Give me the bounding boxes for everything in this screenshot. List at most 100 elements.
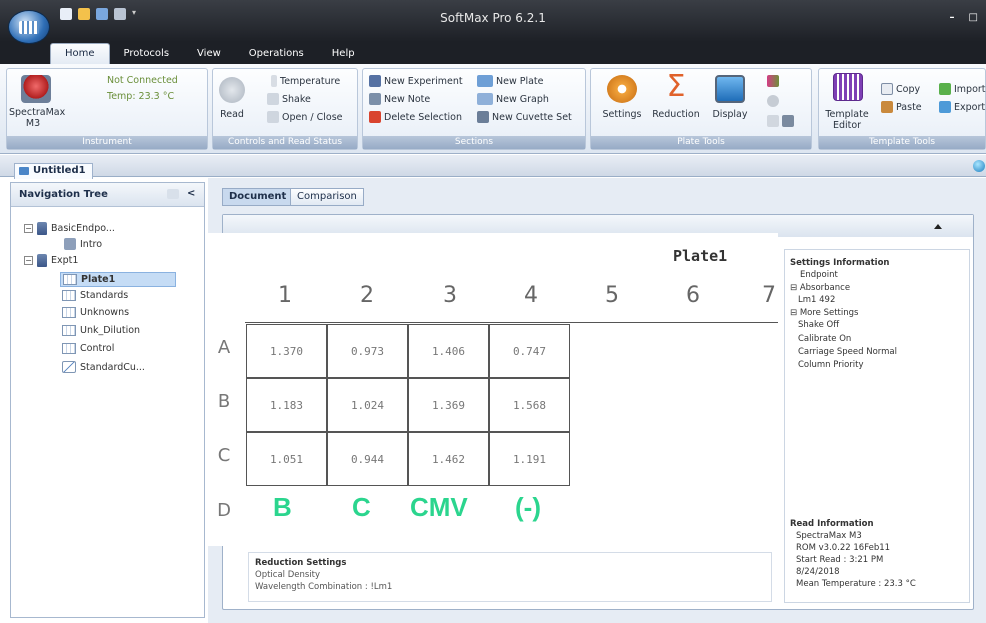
drawer-icon [267,111,279,123]
reduction-button[interactable]: Reduction [647,109,705,120]
group-icon [62,307,76,318]
instrument-icon[interactable] [21,75,51,103]
tree-item-unk-dilution[interactable]: Unk_Dilution [62,325,140,336]
import-button[interactable]: Import [939,83,986,95]
well-a1[interactable]: 1.370 [246,324,327,378]
import-icon [939,83,951,95]
well-b4[interactable]: 1.568 [489,378,570,432]
document-tab[interactable]: Untitled1 [14,163,93,179]
settings-line[interactable]: ⊟ Absorbance [790,283,850,293]
tree-item-standardcurve[interactable]: StandardCu... [62,361,145,373]
new-plate-button[interactable]: New Plate [477,75,544,87]
new-experiment-button[interactable]: New Experiment [369,75,463,87]
column-header: 6 [686,283,700,308]
template-tools-group: Template Editor Copy Import Paste Export… [818,68,986,150]
shake-button[interactable]: Shake [267,93,311,105]
delete-selection-button[interactable]: Delete Selection [369,111,462,123]
well-a4[interactable]: 0.747 [489,324,570,378]
display-icon[interactable] [715,75,745,103]
color-icon [767,75,779,87]
thermometer-icon [271,75,277,87]
settings-line: Endpoint [800,270,838,280]
search-icon[interactable] [167,189,179,199]
shake-icon [267,93,279,105]
new-note-button[interactable]: New Note [369,93,430,105]
tab-comparison[interactable]: Comparison [290,188,364,206]
template-tools-group-label: Template Tools [819,136,985,149]
display-button[interactable]: Display [707,109,753,120]
well-b2[interactable]: 1.024 [327,378,408,432]
ribbon-tabs: Home Protocols View Operations Help [50,42,369,64]
plate-color-icon[interactable] [767,75,779,87]
collapse-toggle[interactable]: − [24,256,33,265]
note-icon [64,238,76,250]
controls-group-label: Controls and Read Status [213,136,357,149]
graph-icon [477,93,493,105]
tree-item-intro[interactable]: Intro [64,238,102,250]
instrument-name[interactable]: SpectraMax M3 [9,107,65,129]
tab-operations[interactable]: Operations [235,44,318,64]
export-button[interactable]: Export [939,101,985,113]
help-icon[interactable] [973,160,985,172]
sigma-icon[interactable]: Σ [661,72,691,102]
tab-document[interactable]: Document [222,188,294,206]
tab-help[interactable]: Help [318,44,369,64]
window-controls: – □ [950,12,978,23]
zoom-icon[interactable] [767,95,779,107]
tree-item-expt1[interactable]: − Expt1 [24,254,78,267]
copy-button[interactable]: Copy [881,83,920,95]
row-header: B [217,391,231,412]
minimize-button[interactable]: – [950,12,955,23]
tab-home[interactable]: Home [50,43,110,64]
template-editor-icon[interactable] [833,73,863,101]
collapse-section-icon[interactable] [934,224,942,229]
well-a2[interactable]: 0.973 [327,324,408,378]
template-editor-button[interactable]: Template Editor [823,109,871,131]
maximize-button[interactable]: □ [969,12,978,23]
read-icon[interactable] [219,77,245,103]
window-title: SoftMax Pro 6.2.1 [440,11,546,25]
graph-icon [62,361,76,373]
collapse-toggle[interactable]: − [24,224,33,233]
instrument-group-label: Instrument [7,136,207,149]
settings-line[interactable]: ⊟ More Settings [790,308,858,318]
paste-button[interactable]: Paste [881,101,922,113]
tab-view[interactable]: View [183,44,235,64]
new-cuvette-set-button[interactable]: New Cuvette Set [477,111,572,123]
delete-icon [369,111,381,123]
copy-icon [881,83,893,95]
well-c4[interactable]: 1.191 [489,432,570,486]
tree-item-standards[interactable]: Standards [62,290,128,301]
settings-line: Column Priority [798,360,864,370]
sections-group-label: Sections [363,136,585,149]
tree-item-control[interactable]: Control [62,343,114,354]
collapse-panel-button[interactable]: < [187,188,195,199]
tab-protocols[interactable]: Protocols [110,44,184,64]
navigation-title: Navigation Tree [19,189,108,200]
well-b1[interactable]: 1.183 [246,378,327,432]
open-close-button[interactable]: Open / Close [267,111,343,123]
tree-item-plate1[interactable]: Plate1 [60,272,177,287]
application-menu-button[interactable] [8,10,50,44]
temperature-readout: Temp: 23.3 °C [107,91,175,102]
sample-label: B [273,492,292,522]
sample-label: C [352,492,371,522]
well-b3[interactable]: 1.369 [408,378,489,432]
settings-icon[interactable] [607,75,637,103]
temperature-button[interactable]: Temperature [271,75,340,87]
export-icon [939,101,951,113]
read-button[interactable]: Read [217,109,247,120]
settings-button[interactable]: Settings [597,109,647,120]
sample-label: CMV [410,492,468,522]
well-a3[interactable]: 1.406 [408,324,489,378]
well-c2[interactable]: 0.944 [327,432,408,486]
tree-item-basicendpoint[interactable]: − BasicEndpo... [24,222,115,235]
well-c3[interactable]: 1.462 [408,432,489,486]
well-c1[interactable]: 1.051 [246,432,327,486]
experiment-icon [37,222,47,235]
column-header: 3 [443,283,457,308]
tree-item-unknowns[interactable]: Unknowns [62,307,129,318]
column-header: 4 [524,283,538,308]
grid-icon[interactable] [767,115,794,127]
new-graph-button[interactable]: New Graph [477,93,549,105]
